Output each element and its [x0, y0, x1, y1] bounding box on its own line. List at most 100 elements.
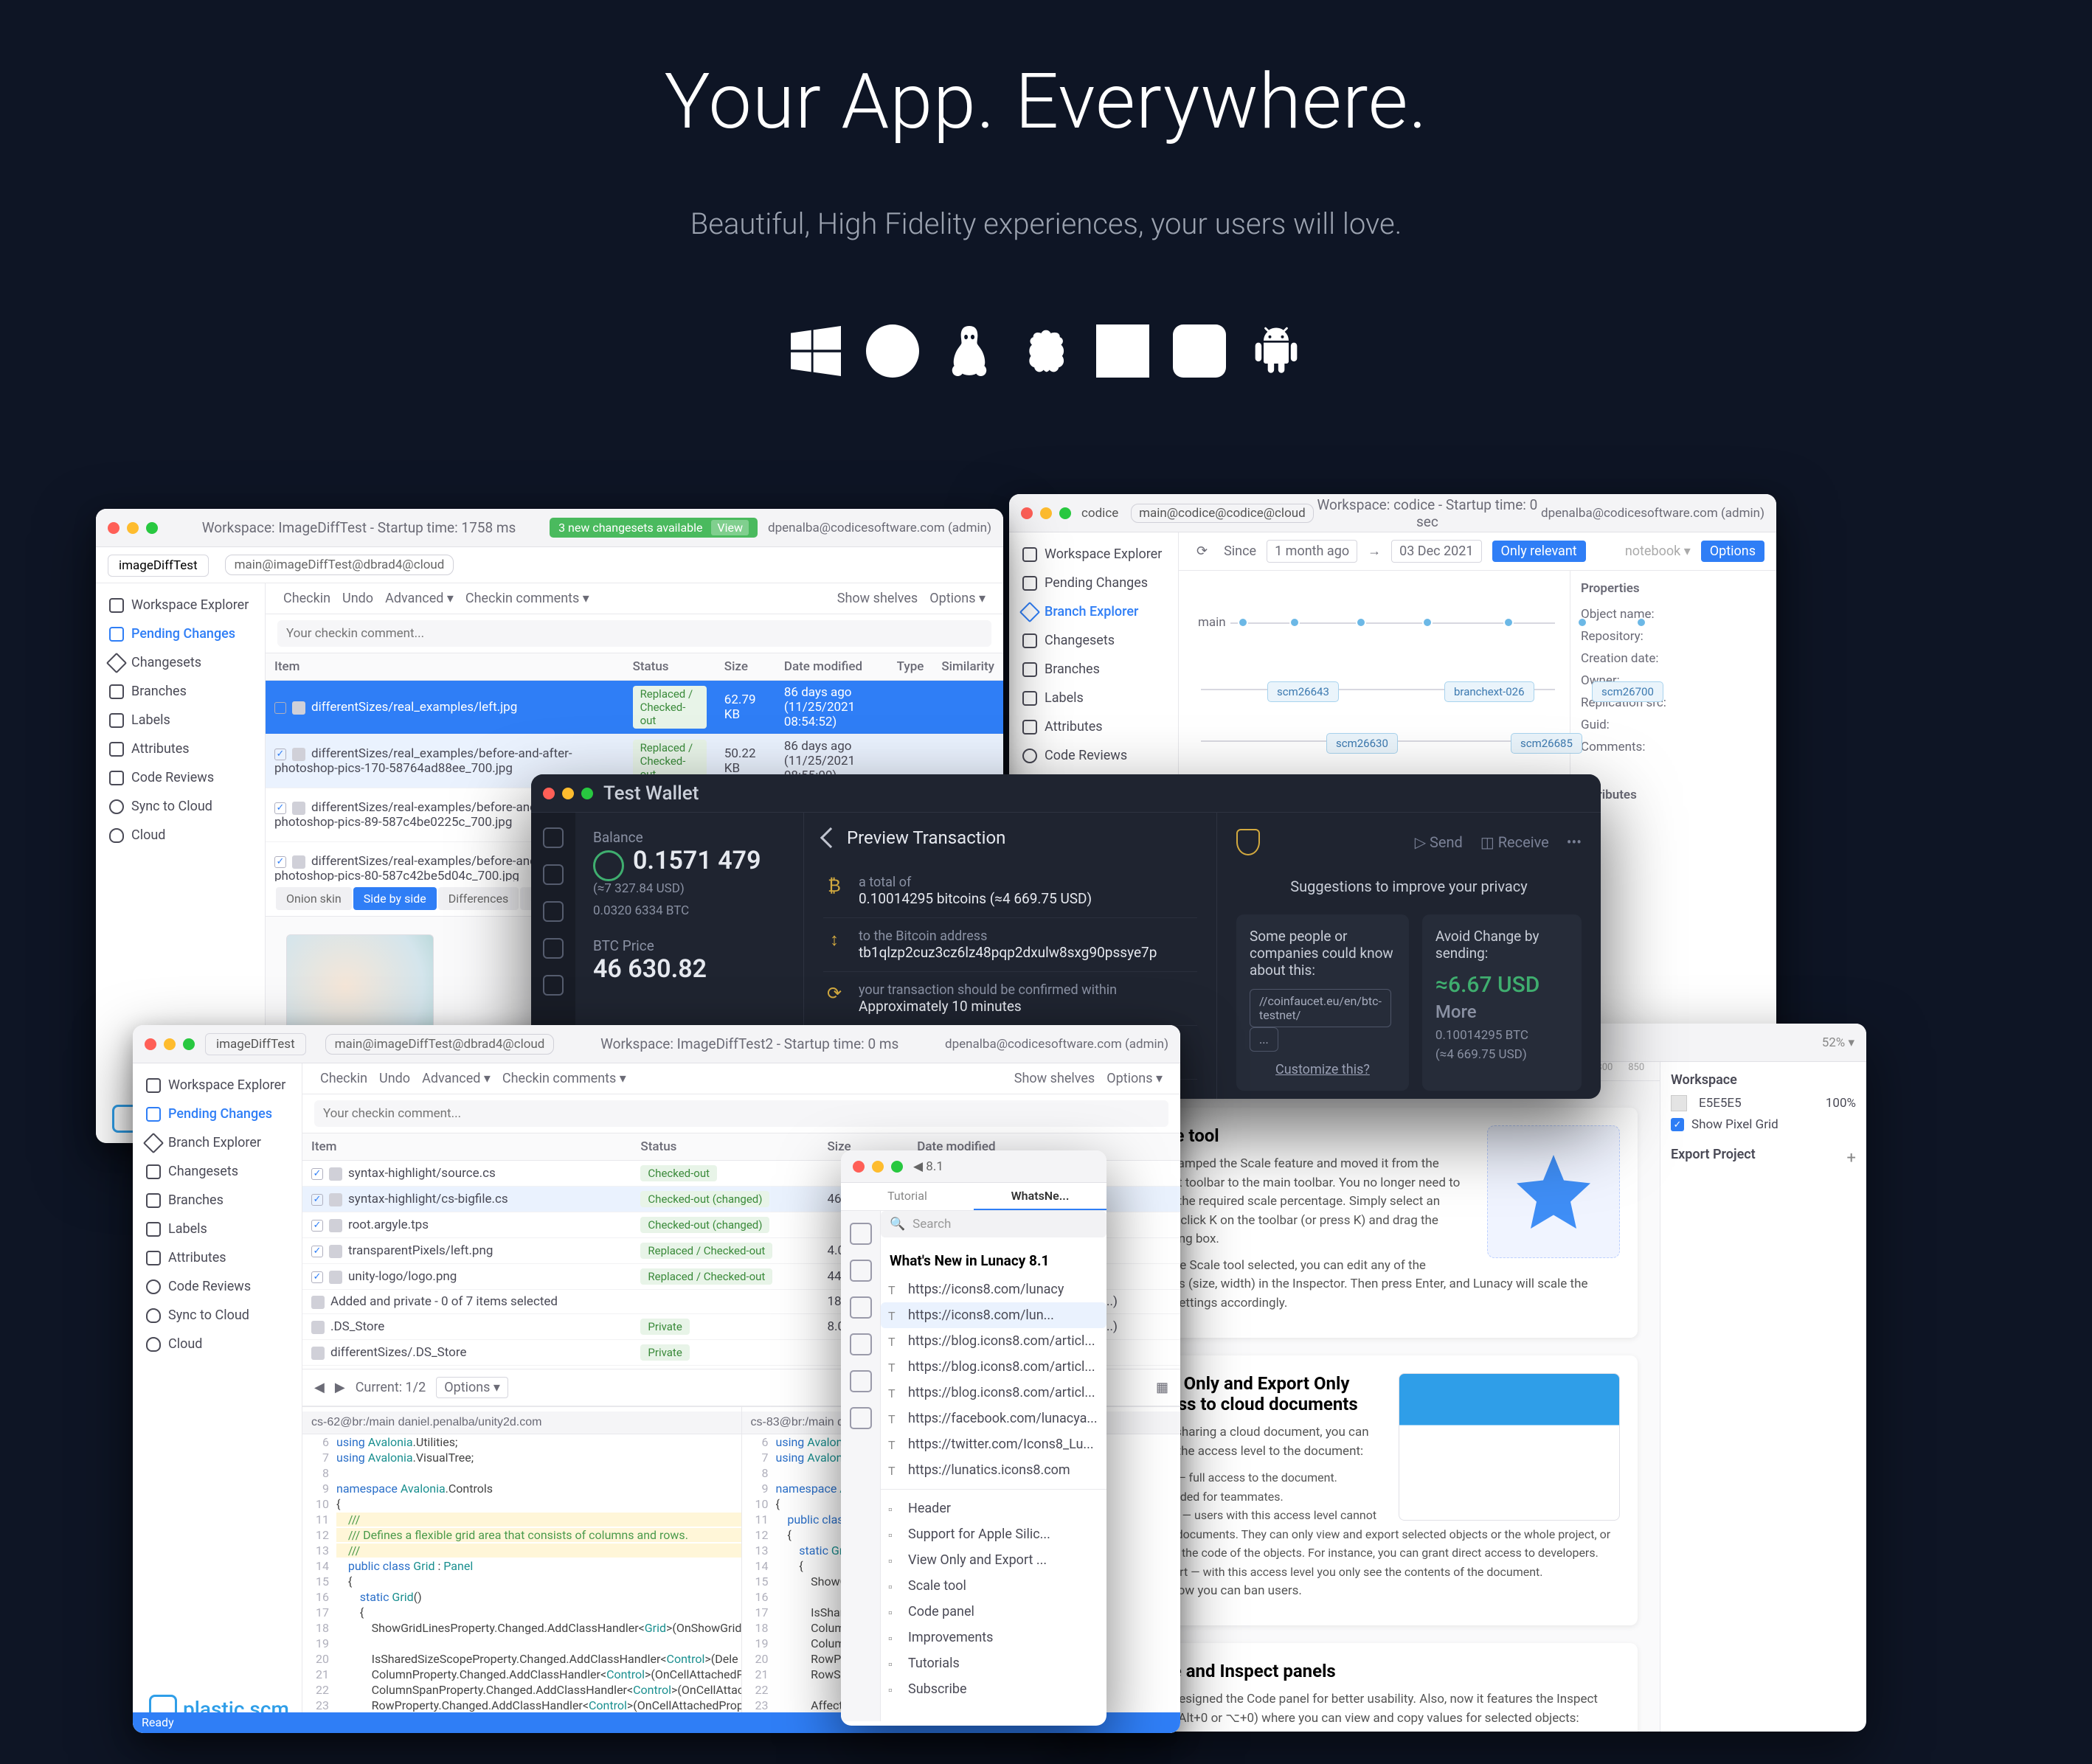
- minimize-icon[interactable]: [872, 1161, 884, 1173]
- toolbar-options-[interactable]: Options ▾: [1101, 1068, 1168, 1089]
- tool-Styles[interactable]: [850, 1296, 872, 1319]
- sidebar-item-branches[interactable]: Branches: [133, 1186, 302, 1215]
- sidebar-item-sync-to-cloud[interactable]: Sync to Cloud: [133, 1301, 302, 1330]
- layer-link[interactable]: Thttps://blog.icons8.com/articl...: [881, 1354, 1106, 1380]
- section-improvements[interactable]: ▫Improvements: [881, 1625, 1106, 1650]
- diff-tab-onion-skin[interactable]: Onion skin: [276, 887, 352, 910]
- sidebar-item-cloud[interactable]: Cloud: [96, 821, 265, 850]
- maximize-icon[interactable]: [581, 788, 593, 799]
- new-changesets-badge[interactable]: 3 new changesets available View: [550, 518, 758, 538]
- checkin-comment-input[interactable]: [277, 620, 991, 647]
- tool-Components[interactable]: [850, 1260, 872, 1282]
- sidebar-item-labels[interactable]: Labels: [96, 706, 265, 735]
- layer-link[interactable]: Thttps://lunatics.icons8.com: [881, 1457, 1106, 1483]
- workspace-color-chip[interactable]: [1671, 1095, 1687, 1111]
- sidebar-item-pending-changes[interactable]: Pending Changes: [96, 619, 265, 648]
- layer-link[interactable]: Thttps://twitter.com/Icons8_Lu...: [881, 1431, 1106, 1457]
- layer-link[interactable]: Thttps://facebook.com/lunacya...: [881, 1406, 1106, 1431]
- sidebar-item-branch-explorer[interactable]: Branch Explorer: [133, 1128, 302, 1157]
- sidebar-item-labels[interactable]: Labels: [1009, 684, 1178, 712]
- section-tutorials[interactable]: ▫Tutorials: [881, 1650, 1106, 1676]
- close-icon[interactable]: [108, 522, 120, 534]
- sidebar-item-pending-changes[interactable]: Pending Changes: [1009, 569, 1178, 597]
- zoom-control[interactable]: 52% ▾: [1822, 1035, 1854, 1050]
- options-button[interactable]: Options: [1701, 541, 1764, 562]
- tab-tutorial[interactable]: Tutorial: [841, 1183, 974, 1210]
- back-icon[interactable]: [820, 827, 841, 848]
- sidebar-item-workspace-explorer[interactable]: Workspace Explorer: [96, 591, 265, 619]
- tool-Illustrations[interactable]: [850, 1370, 872, 1392]
- titlebar[interactable]: codice main@codice@codice@cloud Workspac…: [1009, 494, 1776, 532]
- until-field[interactable]: 03 Dec 2021: [1391, 540, 1481, 563]
- customize-link[interactable]: Customize this?: [1250, 1062, 1396, 1077]
- row-checkbox[interactable]: [274, 802, 286, 814]
- row-checkbox[interactable]: [274, 856, 286, 868]
- refresh-icon[interactable]: ⟳: [1191, 541, 1213, 562]
- sidebar-item-workspace-explorer[interactable]: Workspace Explorer: [1009, 540, 1178, 569]
- section-header[interactable]: ▫Header: [881, 1496, 1106, 1521]
- more-button[interactable]: •••: [1567, 833, 1582, 851]
- maximize-icon[interactable]: [1059, 507, 1071, 519]
- section-scale-tool[interactable]: ▫Scale tool: [881, 1573, 1106, 1599]
- row-checkbox[interactable]: [311, 1246, 323, 1257]
- tool-Icons[interactable]: [850, 1407, 872, 1429]
- section-support-for-apple-silic-[interactable]: ▫Support for Apple Silic...: [881, 1521, 1106, 1547]
- titlebar[interactable]: imageDiffTest main@imageDiffTest@dbrad4@…: [133, 1025, 1180, 1063]
- preview-tx-header[interactable]: Preview Transaction: [823, 827, 1197, 848]
- sidebar-item-attributes[interactable]: Attributes: [133, 1243, 302, 1272]
- layer-link[interactable]: Thttps://blog.icons8.com/articl...: [881, 1380, 1106, 1406]
- section-view-only-and-export-[interactable]: ▫View Only and Export ...: [881, 1547, 1106, 1573]
- layer-link[interactable]: Thttps://icons8.com/lunacy: [881, 1277, 1106, 1302]
- tab-imageDiffTest[interactable]: imageDiffTest: [108, 555, 209, 577]
- add-export-button[interactable]: +: [1847, 1149, 1856, 1167]
- toolbar-undo[interactable]: Undo: [373, 1068, 416, 1089]
- titlebar[interactable]: ◀ 8.1: [841, 1150, 1106, 1183]
- close-icon[interactable]: [543, 788, 555, 799]
- sidebar-item-workspace-explorer[interactable]: Workspace Explorer: [133, 1071, 302, 1100]
- toolbar-show-shelves[interactable]: Show shelves: [1008, 1068, 1101, 1089]
- section-subscribe[interactable]: ▫Subscribe: [881, 1676, 1106, 1702]
- checkin-comment-input[interactable]: [314, 1100, 1168, 1127]
- sidebar-item-pending-changes[interactable]: Pending Changes: [133, 1100, 302, 1128]
- diff-options-button[interactable]: Options ▾: [436, 1377, 508, 1398]
- row-checkbox[interactable]: [311, 1271, 323, 1283]
- sidebar-item-sync-to-cloud[interactable]: Sync to Cloud: [96, 792, 265, 821]
- layer-link[interactable]: Thttps://icons8.com/lun...: [881, 1302, 1106, 1328]
- diff-tab-side-by-side[interactable]: Side by side: [353, 887, 437, 910]
- layer-link[interactable]: Thttps://blog.icons8.com/articl...: [881, 1328, 1106, 1354]
- rail[interactable]: [841, 1211, 881, 1721]
- sidebar-item-labels[interactable]: Labels: [133, 1215, 302, 1243]
- minimize-icon[interactable]: [127, 522, 139, 534]
- toolbar-show-shelves[interactable]: Show shelves: [831, 588, 924, 609]
- sidebar-item-code-reviews[interactable]: Code Reviews: [96, 763, 265, 792]
- table-row[interactable]: differentSizes/real_examples/left.jpgRep…: [266, 681, 1003, 735]
- search-input[interactable]: 🔍 Search: [881, 1211, 1106, 1237]
- sidebar-item-changesets[interactable]: Changesets: [133, 1157, 302, 1186]
- close-icon[interactable]: [1021, 507, 1033, 519]
- workspace-tabs[interactable]: imageDiffTest: [108, 558, 213, 573]
- titlebar[interactable]: Workspace: ImageDiffTest - Startup time:…: [96, 509, 1003, 547]
- diff-tab-differences[interactable]: Differences: [438, 887, 519, 910]
- toolbar-checkin[interactable]: Checkin: [314, 1068, 373, 1089]
- tab-imageDiffTest[interactable]: imageDiffTest: [205, 1033, 306, 1055]
- toolbar-options-[interactable]: Options ▾: [924, 588, 991, 609]
- canvas[interactable]: 5010015020025030035040045050055060065070…: [1101, 1062, 1660, 1732]
- show-grid-toggle[interactable]: ✓Show Pixel Grid: [1671, 1117, 1856, 1132]
- tool-Layers[interactable]: [850, 1223, 872, 1245]
- sidebar-item-cloud[interactable]: Cloud: [133, 1330, 302, 1358]
- toolbar-checkin[interactable]: Checkin: [277, 588, 336, 609]
- receive-button[interactable]: ◫ Receive: [1480, 833, 1549, 851]
- sidebar-item-branches[interactable]: Branches: [96, 677, 265, 706]
- view-toggle-icon[interactable]: ▦: [1156, 1380, 1168, 1395]
- titlebar[interactable]: Test Wallet: [531, 774, 1601, 813]
- row-checkbox[interactable]: [311, 1220, 323, 1232]
- sidebar-item-code-reviews[interactable]: Code Reviews: [1009, 741, 1178, 770]
- toolbar-undo[interactable]: Undo: [336, 588, 379, 609]
- toolbar-checkin-comments-[interactable]: Checkin comments ▾: [460, 588, 595, 609]
- minimize-icon[interactable]: [164, 1038, 176, 1050]
- sidebar-item-attributes[interactable]: Attributes: [96, 735, 265, 763]
- row-checkbox[interactable]: [311, 1194, 323, 1206]
- since-field[interactable]: 1 month ago: [1267, 540, 1357, 563]
- sidebar-item-code-reviews[interactable]: Code Reviews: [133, 1272, 302, 1301]
- toolbar-checkin-comments-[interactable]: Checkin comments ▾: [496, 1068, 632, 1089]
